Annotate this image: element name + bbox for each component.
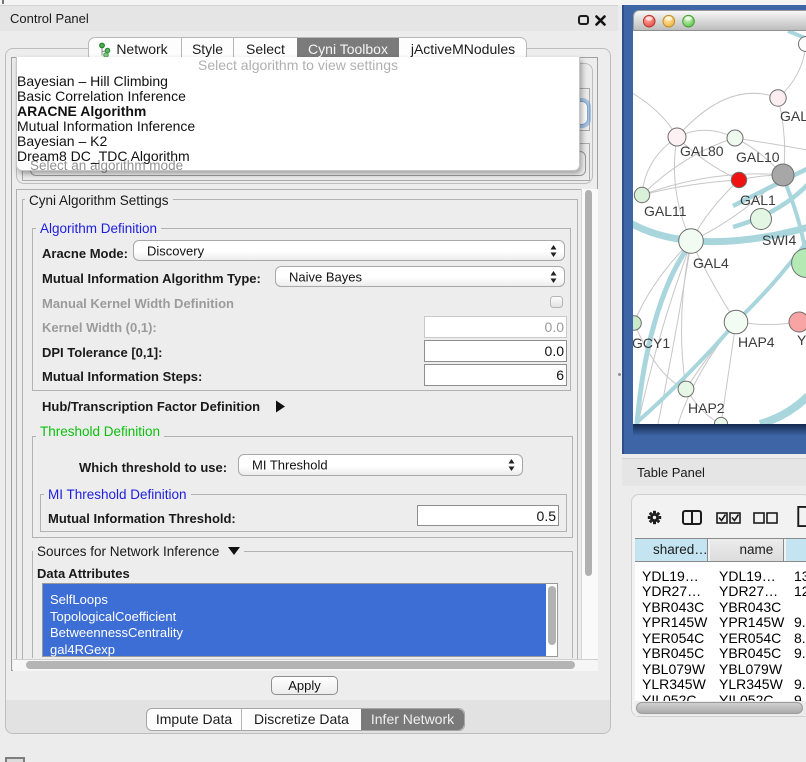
svg-text:GAL10: GAL10 bbox=[736, 149, 780, 165]
svg-text:GAL1: GAL1 bbox=[740, 192, 776, 208]
svg-text:GAL11: GAL11 bbox=[644, 203, 687, 219]
svg-text:GAL80: GAL80 bbox=[680, 143, 724, 159]
svg-text:GAL7: GAL7 bbox=[780, 108, 806, 124]
svg-text:YDR: YDR bbox=[797, 332, 806, 348]
svg-text:HAP4: HAP4 bbox=[738, 334, 775, 350]
svg-text:HAP2: HAP2 bbox=[688, 400, 725, 416]
svg-text:SWI4: SWI4 bbox=[762, 232, 796, 248]
svg-text:GCY1: GCY1 bbox=[633, 335, 670, 351]
svg-text:GAL4: GAL4 bbox=[693, 255, 729, 271]
